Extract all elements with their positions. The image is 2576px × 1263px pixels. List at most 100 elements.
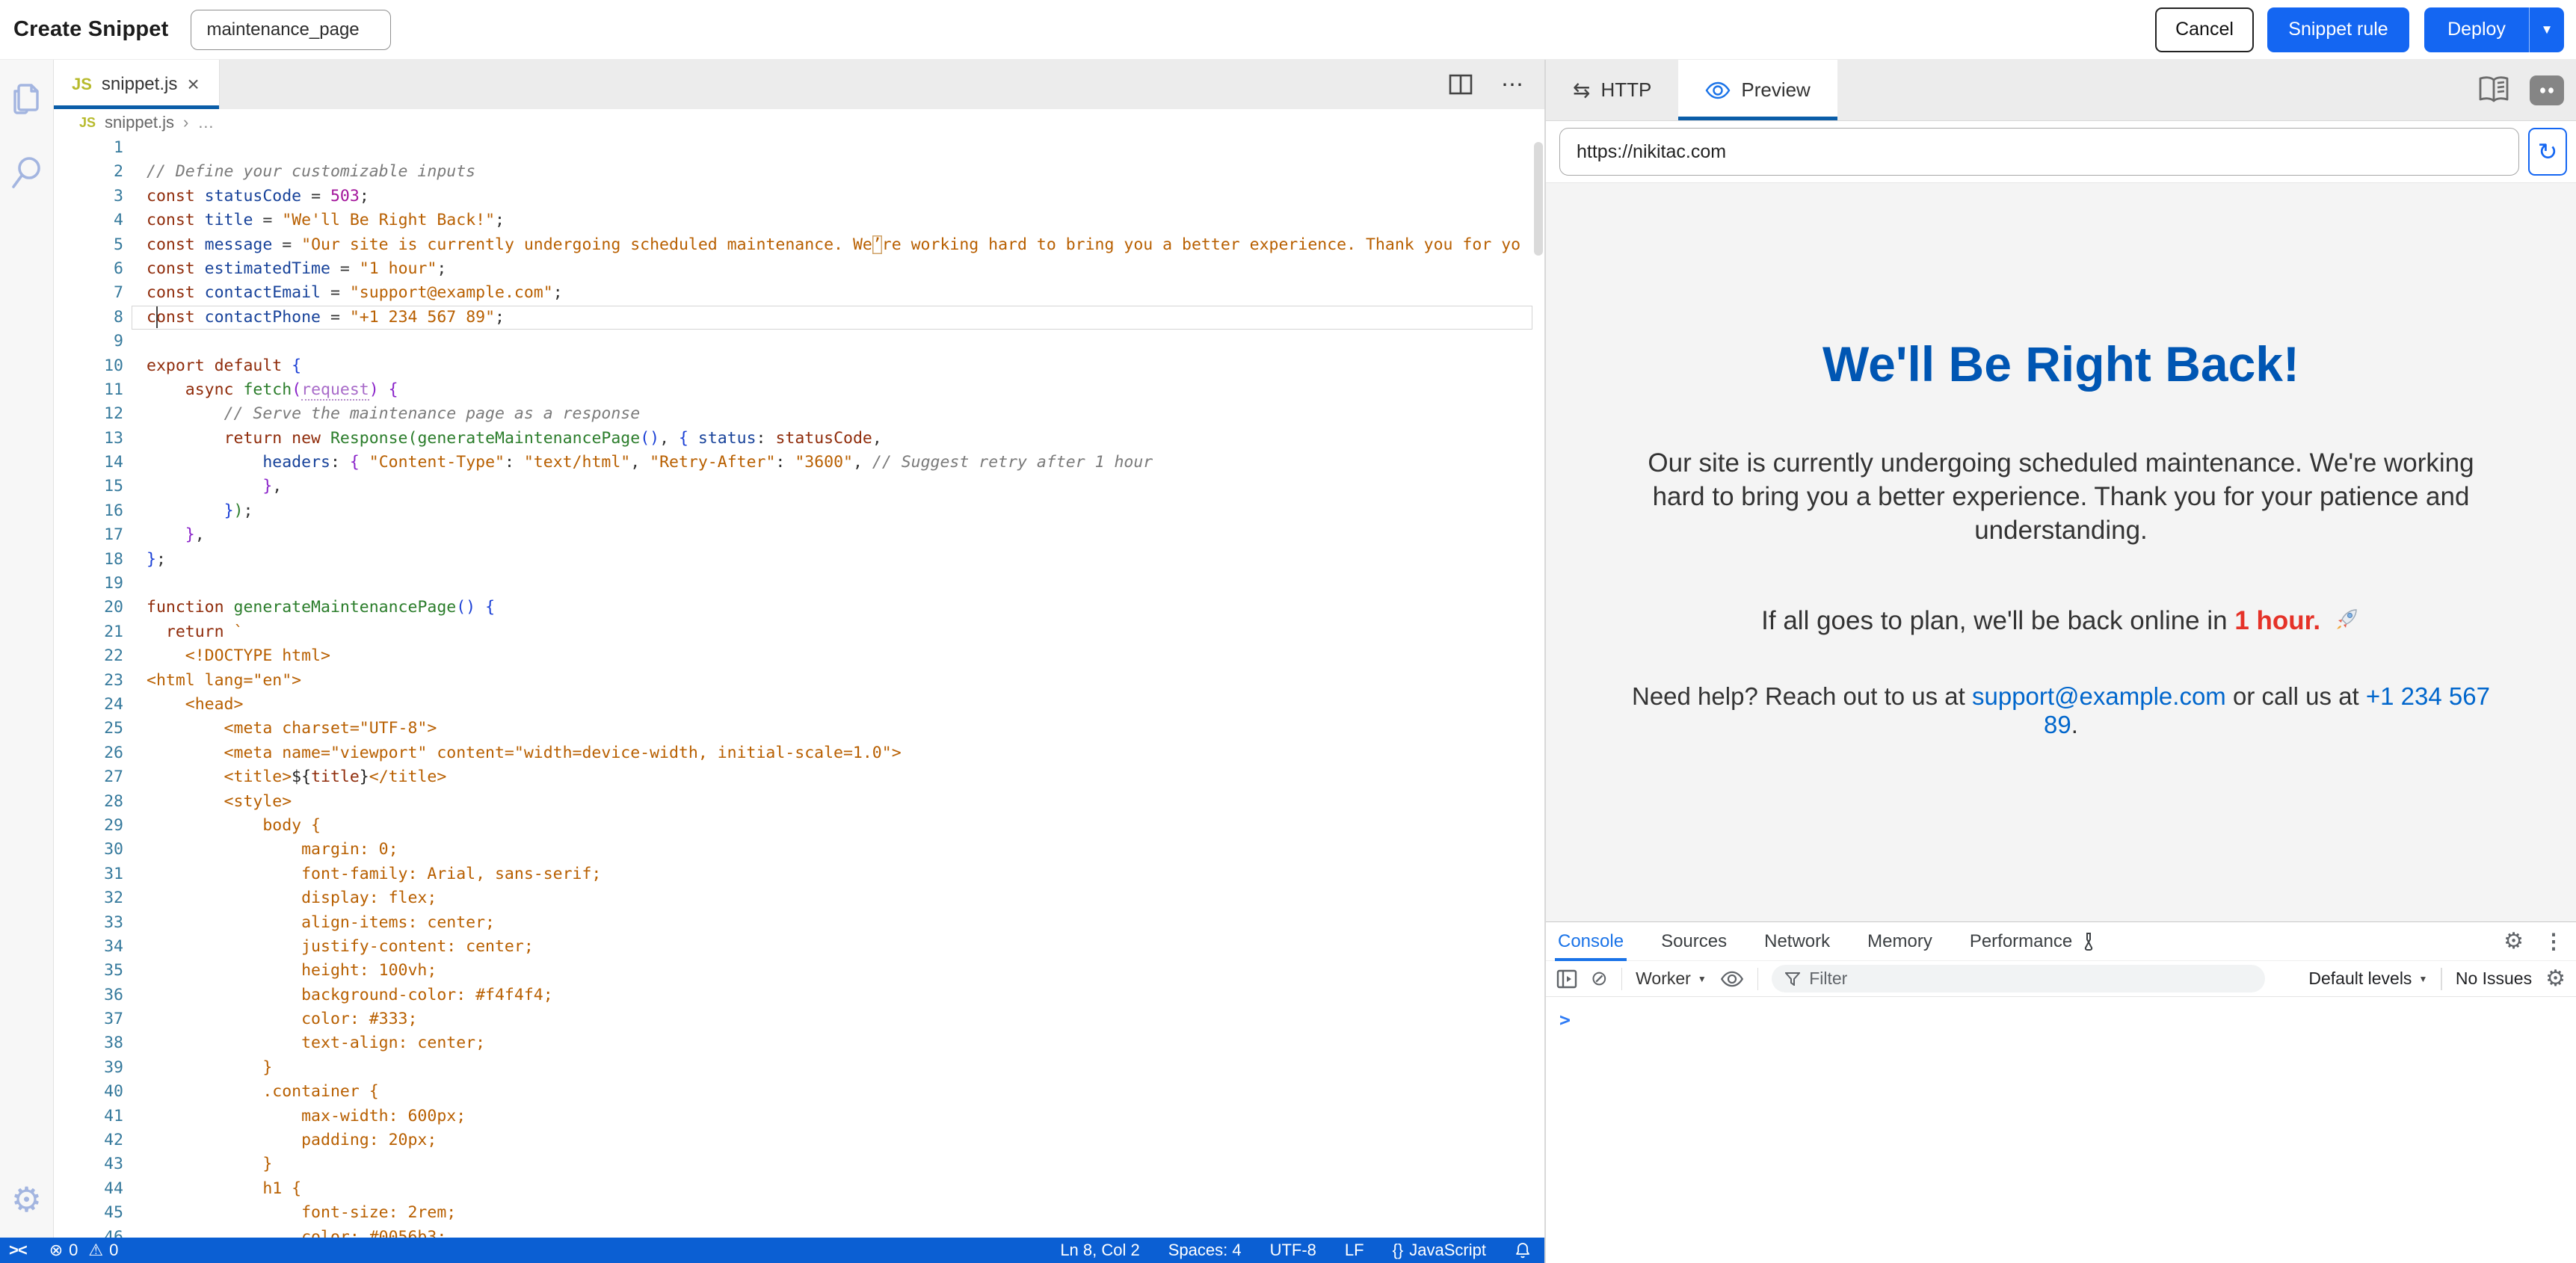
preview-url-input[interactable] <box>1559 128 2519 176</box>
code-line[interactable]: 41 max-width: 600px; <box>54 1105 1544 1128</box>
code-line[interactable]: 46 color: #0056b3; <box>54 1226 1544 1238</box>
code-line[interactable]: 32 display: flex; <box>54 886 1544 910</box>
code-line[interactable]: 44 h1 { <box>54 1177 1544 1201</box>
filter-input[interactable] <box>1809 969 2198 989</box>
code-line[interactable]: 40 .container { <box>54 1080 1544 1104</box>
code-line[interactable]: 42 padding: 20px; <box>54 1128 1544 1152</box>
code-line[interactable]: 27 <title>${title}</title> <box>54 765 1544 789</box>
code-line[interactable]: 45 font-size: 2rem; <box>54 1201 1544 1225</box>
code-line[interactable]: 18}; <box>54 548 1544 572</box>
live-expression-eye-icon[interactable] <box>1720 971 1744 987</box>
devtools-tab-network[interactable]: Network <box>1764 922 1830 961</box>
discord-icon[interactable] <box>2530 75 2564 105</box>
code-line[interactable]: 38 text-align: center; <box>54 1031 1544 1055</box>
notifications-bell-icon[interactable] <box>1515 1241 1531 1259</box>
code-line[interactable]: 43 } <box>54 1152 1544 1176</box>
console-filter[interactable] <box>1772 965 2265 992</box>
tab-preview[interactable]: Preview <box>1678 60 1837 120</box>
devtools-settings-gear-icon[interactable]: ⚙ <box>2503 930 2524 953</box>
code-line[interactable]: 6const estimatedTime = "1 hour"; <box>54 257 1544 281</box>
code-line[interactable]: 15 }, <box>54 475 1544 498</box>
code-line[interactable]: 14 headers: { "Content-Type": "text/html… <box>54 451 1544 475</box>
code-line[interactable]: 8const contactPhone = "+1 234 567 89"; <box>54 306 1544 330</box>
status-warnings[interactable]: ⚠ 0 <box>88 1241 118 1260</box>
snippet-name-input[interactable] <box>191 10 391 50</box>
breadcrumb-file[interactable]: snippet.js <box>105 113 174 132</box>
devtools-tab-performance[interactable]: Performance <box>1970 922 2096 961</box>
code-line[interactable]: 9 <box>54 330 1544 353</box>
breadcrumb-more[interactable]: … <box>197 113 214 132</box>
code-line[interactable]: 20function generateMaintenancePage() { <box>54 596 1544 620</box>
code-line[interactable]: 39 } <box>54 1056 1544 1080</box>
code-line[interactable]: 37 color: #333; <box>54 1007 1544 1031</box>
default-levels-dropdown[interactable]: Default levels▼ <box>2308 969 2427 989</box>
code-line[interactable]: 11 async fetch(request) { <box>54 378 1544 402</box>
code-area[interactable]: 12// Define your customizable inputs3con… <box>54 136 1544 1238</box>
editor-more-actions-icon[interactable]: ⋯ <box>1501 72 1525 98</box>
code-line[interactable]: 1 <box>54 136 1544 160</box>
code-line[interactable]: 17 }, <box>54 523 1544 547</box>
code-line[interactable]: 3const statusCode = 503; <box>54 185 1544 209</box>
issues-counter[interactable]: No Issues <box>2456 969 2532 989</box>
code-line[interactable]: 29 body { <box>54 814 1544 838</box>
files-icon[interactable] <box>9 81 45 120</box>
settings-gear-icon[interactable]: ⚙ <box>11 1182 42 1217</box>
code-line[interactable]: 21 return ` <box>54 620 1544 644</box>
code-line[interactable]: 22 <!DOCTYPE html> <box>54 644 1544 668</box>
snippet-rule-button[interactable]: Snippet rule <box>2267 7 2409 52</box>
code-line[interactable]: 5const message = "Our site is currently … <box>54 233 1544 257</box>
editor-scrollbar[interactable] <box>1534 142 1543 256</box>
deploy-split-button: Deploy ▼ <box>2424 7 2564 52</box>
eol-sequence[interactable]: LF <box>1345 1241 1364 1260</box>
docs-book-icon[interactable] <box>2477 75 2510 105</box>
execution-context-selector[interactable]: Worker▼ <box>1636 969 1707 989</box>
console-settings-gear-icon[interactable]: ⚙ <box>2545 968 2566 990</box>
code-line[interactable]: 10export default { <box>54 354 1544 378</box>
language-mode[interactable]: {} JavaScript <box>1393 1241 1486 1260</box>
pane-divider[interactable] <box>1544 60 1546 1263</box>
console-output[interactable]: > <box>1546 997 2576 1031</box>
code-line[interactable]: 23<html lang="en"> <box>54 669 1544 693</box>
clear-console-icon[interactable]: ⊘ <box>1591 967 1608 990</box>
code-line[interactable]: 12 // Serve the maintenance page as a re… <box>54 402 1544 426</box>
tab-snippet-js[interactable]: JS snippet.js × <box>54 60 220 109</box>
deploy-button[interactable]: Deploy <box>2424 7 2529 52</box>
code-line[interactable]: 2// Define your customizable inputs <box>54 160 1544 184</box>
code-line[interactable]: 31 font-family: Arial, sans-serif; <box>54 862 1544 886</box>
indentation[interactable]: Spaces: 4 <box>1168 1241 1242 1260</box>
cursor-position[interactable]: Ln 8, Col 2 <box>1060 1241 1139 1260</box>
tab-http[interactable]: ⇆ HTTP <box>1546 60 1678 120</box>
code-line[interactable]: 24 <head> <box>54 693 1544 717</box>
remote-window-icon[interactable]: >< <box>9 1241 27 1260</box>
refresh-button[interactable]: ↻ <box>2528 128 2567 176</box>
devtools-tab-sources[interactable]: Sources <box>1661 922 1727 961</box>
code-line[interactable]: 13 return new Response(generateMaintenan… <box>54 427 1544 451</box>
breadcrumb[interactable]: JS snippet.js › … <box>54 109 1544 136</box>
split-editor-icon[interactable] <box>1449 74 1473 95</box>
cancel-button[interactable]: Cancel <box>2155 7 2254 52</box>
code-line[interactable]: 7const contactEmail = "support@example.c… <box>54 281 1544 305</box>
devtools-tab-console[interactable]: Console <box>1558 922 1624 961</box>
code-line[interactable]: 35 height: 100vh; <box>54 959 1544 983</box>
support-email-link[interactable]: support@example.com <box>1972 682 2226 710</box>
deploy-dropdown-button[interactable]: ▼ <box>2529 7 2564 52</box>
encoding[interactable]: UTF-8 <box>1270 1241 1316 1260</box>
code-line[interactable]: 36 background-color: #f4f4f4; <box>54 983 1544 1007</box>
devtools-kebab-menu-icon[interactable]: ⋮ <box>2543 929 2564 954</box>
code-line[interactable]: 28 <style> <box>54 790 1544 814</box>
code-line[interactable]: 4const title = "We'll Be Right Back!"; <box>54 209 1544 232</box>
close-tab-icon[interactable]: × <box>187 74 199 95</box>
devtools-tab-memory[interactable]: Memory <box>1867 922 1932 961</box>
code-line[interactable]: 26 <meta name="viewport" content="width=… <box>54 741 1544 765</box>
code-line[interactable]: 30 margin: 0; <box>54 838 1544 862</box>
line-number: 17 <box>54 523 147 547</box>
code-line[interactable]: 19 <box>54 572 1544 596</box>
status-errors[interactable]: ⊗ 0 <box>49 1241 78 1260</box>
code-line[interactable]: 33 align-items: center; <box>54 911 1544 935</box>
code-line[interactable]: 16 }); <box>54 499 1544 523</box>
console-prompt-chevron[interactable]: > <box>1559 1009 1571 1031</box>
console-sidebar-toggle-icon[interactable] <box>1556 969 1577 989</box>
code-line[interactable]: 25 <meta charset="UTF-8"> <box>54 717 1544 741</box>
code-line[interactable]: 34 justify-content: center; <box>54 935 1544 959</box>
search-icon[interactable] <box>9 154 45 193</box>
